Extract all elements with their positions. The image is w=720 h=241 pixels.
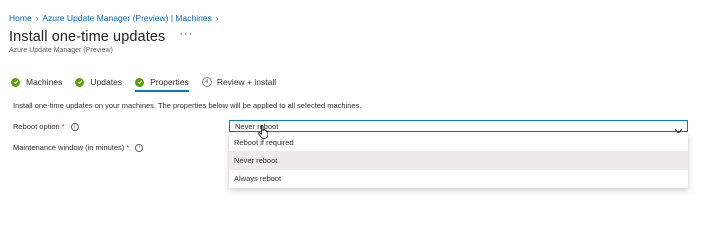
maintenance-window-label: Maintenance window (in minutes) * i [13, 143, 144, 152]
page-title: Install one-time updates [9, 29, 166, 45]
chevron-right-icon: › [215, 13, 219, 23]
tab-properties[interactable]: Properties [135, 77, 189, 92]
reboot-option-label: Reboot option * i [13, 122, 79, 131]
label-text: Maintenance window (in minutes) [13, 143, 125, 152]
tab-label: Machines [26, 77, 63, 87]
option-reboot-if-required[interactable]: Reboot if required [229, 133, 688, 151]
wizard-tabs: Machines Updates Properties 4 Review + i… [11, 77, 277, 92]
hand-cursor-icon [258, 125, 268, 139]
page-subtitle: Azure Update Manager (Preview) [9, 47, 113, 54]
select-value: Never reboot [235, 121, 279, 131]
info-icon[interactable]: i [70, 122, 79, 131]
tab-label: Review + install [216, 77, 277, 87]
required-marker: * [61, 122, 65, 131]
chevron-right-icon: › [35, 13, 39, 23]
intro-text: Install one-time updates on your machine… [13, 101, 362, 110]
info-icon[interactable]: i [135, 143, 144, 152]
option-always-reboot[interactable]: Always reboot [229, 170, 688, 188]
required-marker: * [126, 143, 130, 152]
tab-machines[interactable]: Machines [11, 77, 62, 91]
breadcrumb: Home › Azure Update Manager (Preview) | … [9, 13, 218, 23]
tab-updates[interactable]: Updates [75, 77, 122, 91]
breadcrumb-home-link[interactable]: Home [9, 13, 32, 23]
check-circle-icon [11, 77, 20, 87]
tab-review-install[interactable]: 4 Review + install [201, 77, 277, 91]
check-circle-icon [135, 77, 145, 87]
more-options-icon[interactable]: ··· [179, 28, 193, 40]
tab-label: Properties [150, 77, 189, 87]
reboot-option-dropdown: Reboot if required Never reboot Always r… [229, 133, 688, 188]
option-never-reboot[interactable]: Never reboot [229, 151, 688, 170]
check-circle-icon [75, 77, 85, 87]
reboot-option-select[interactable]: Never reboot [229, 120, 688, 134]
step-number-icon: 4 [201, 77, 212, 87]
breadcrumb-machines-link[interactable]: Azure Update Manager (Preview) | Machine… [42, 13, 211, 23]
title-row: Install one-time updates ··· [9, 28, 193, 45]
tab-label: Updates [90, 77, 123, 87]
label-text: Reboot option [13, 122, 60, 131]
